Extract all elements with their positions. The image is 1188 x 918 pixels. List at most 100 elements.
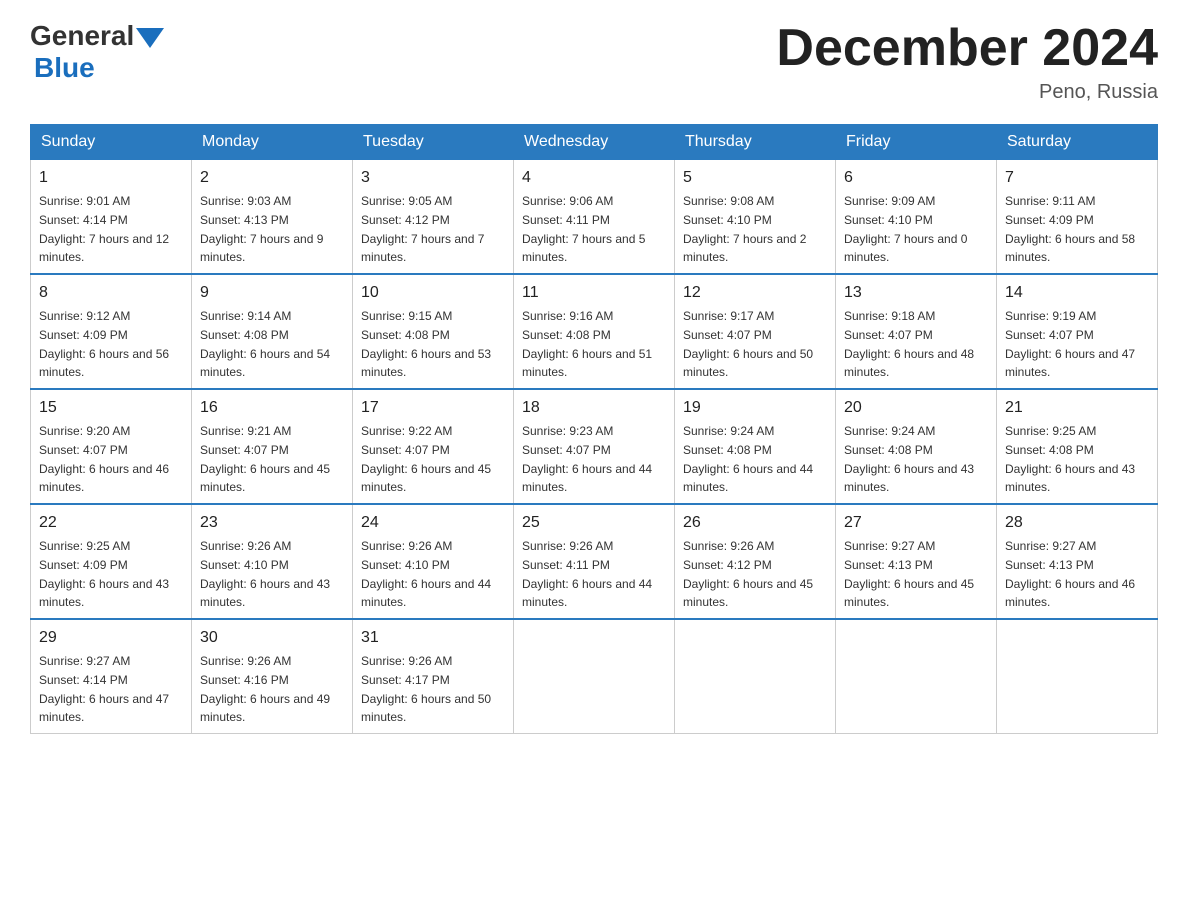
day-info: Sunrise: 9:17 AMSunset: 4:07 PMDaylight:… xyxy=(683,309,813,379)
day-number: 18 xyxy=(522,396,666,420)
day-info: Sunrise: 9:26 AMSunset: 4:10 PMDaylight:… xyxy=(361,539,491,609)
calendar-day-cell: 13 Sunrise: 9:18 AMSunset: 4:07 PMDayligh… xyxy=(836,274,997,389)
day-number: 11 xyxy=(522,281,666,305)
calendar-day-cell: 25Sunrise: 9:26 AMSunset: 4:11 PMDayligh… xyxy=(514,504,675,619)
calendar-day-cell: 8 Sunrise: 9:12 AMSunset: 4:09 PMDaylight… xyxy=(31,274,192,389)
day-info: Sunrise: 9:26 AMSunset: 4:12 PMDaylight:… xyxy=(683,539,813,609)
calendar-day-cell: 12 Sunrise: 9:17 AMSunset: 4:07 PMDayligh… xyxy=(675,274,836,389)
calendar-day-cell: 14 Sunrise: 9:19 AMSunset: 4:07 PMDayligh… xyxy=(997,274,1158,389)
calendar-day-cell xyxy=(836,619,997,734)
calendar-day-cell: 7 Sunrise: 9:11 AMSunset: 4:09 PMDaylight… xyxy=(997,160,1158,275)
calendar-header-sunday: Sunday xyxy=(31,125,192,160)
day-info: Sunrise: 9:01 AMSunset: 4:14 PMDaylight:… xyxy=(39,194,169,264)
calendar-day-cell: 19Sunrise: 9:24 AMSunset: 4:08 PMDayligh… xyxy=(675,389,836,504)
calendar-day-cell: 11Sunrise: 9:16 AMSunset: 4:08 PMDayligh… xyxy=(514,274,675,389)
calendar-day-cell: 17Sunrise: 9:22 AMSunset: 4:07 PMDayligh… xyxy=(353,389,514,504)
logo-triangle-icon xyxy=(136,28,164,48)
calendar-table: SundayMondayTuesdayWednesdayThursdayFrid… xyxy=(30,124,1158,734)
day-number: 17 xyxy=(361,396,505,420)
day-number: 28 xyxy=(1005,511,1149,535)
day-info: Sunrise: 9:26 AMSunset: 4:16 PMDaylight:… xyxy=(200,654,330,724)
calendar-week-row: 15Sunrise: 9:20 AMSunset: 4:07 PMDayligh… xyxy=(31,389,1158,504)
day-number: 10 xyxy=(361,281,505,305)
calendar-header-saturday: Saturday xyxy=(997,125,1158,160)
day-number: 14 xyxy=(1005,281,1149,305)
calendar-week-row: 8 Sunrise: 9:12 AMSunset: 4:09 PMDaylight… xyxy=(31,274,1158,389)
day-info: Sunrise: 9:21 AMSunset: 4:07 PMDaylight:… xyxy=(200,424,330,494)
day-number: 21 xyxy=(1005,396,1149,420)
calendar-header-friday: Friday xyxy=(836,125,997,160)
day-info: Sunrise: 9:20 AMSunset: 4:07 PMDaylight:… xyxy=(39,424,169,494)
day-info: Sunrise: 9:26 AMSunset: 4:11 PMDaylight:… xyxy=(522,539,652,609)
day-number: 5 xyxy=(683,166,827,190)
day-number: 29 xyxy=(39,626,183,650)
day-info: Sunrise: 9:06 AMSunset: 4:11 PMDaylight:… xyxy=(522,194,645,264)
day-number: 4 xyxy=(522,166,666,190)
day-info: Sunrise: 9:27 AMSunset: 4:13 PMDaylight:… xyxy=(844,539,974,609)
calendar-day-cell: 29 Sunrise: 9:27 AMSunset: 4:14 PMDayligh… xyxy=(31,619,192,734)
day-info: Sunrise: 9:14 AMSunset: 4:08 PMDaylight:… xyxy=(200,309,330,379)
day-number: 26 xyxy=(683,511,827,535)
day-info: Sunrise: 9:08 AMSunset: 4:10 PMDaylight:… xyxy=(683,194,806,264)
logo-general: General xyxy=(30,20,134,52)
day-info: Sunrise: 9:23 AMSunset: 4:07 PMDaylight:… xyxy=(522,424,652,494)
day-info: Sunrise: 9:27 AMSunset: 4:14 PMDaylight:… xyxy=(39,654,169,724)
calendar-day-cell xyxy=(514,619,675,734)
day-number: 1 xyxy=(39,166,183,190)
calendar-header-wednesday: Wednesday xyxy=(514,125,675,160)
calendar-day-cell: 23 Sunrise: 9:26 AMSunset: 4:10 PMDayligh… xyxy=(192,504,353,619)
day-number: 20 xyxy=(844,396,988,420)
day-info: Sunrise: 9:18 AMSunset: 4:07 PMDaylight:… xyxy=(844,309,974,379)
location: Peno, Russia xyxy=(776,81,1158,104)
logo: General Blue xyxy=(30,20,164,84)
logo-blue: Blue xyxy=(34,52,95,84)
calendar-day-cell: 28Sunrise: 9:27 AMSunset: 4:13 PMDayligh… xyxy=(997,504,1158,619)
day-number: 22 xyxy=(39,511,183,535)
day-info: Sunrise: 9:12 AMSunset: 4:09 PMDaylight:… xyxy=(39,309,169,379)
calendar-day-cell: 26 Sunrise: 9:26 AMSunset: 4:12 PMDayligh… xyxy=(675,504,836,619)
calendar-header-monday: Monday xyxy=(192,125,353,160)
calendar-day-cell: 4 Sunrise: 9:06 AMSunset: 4:11 PMDaylight… xyxy=(514,160,675,275)
calendar-week-row: 22 Sunrise: 9:25 AMSunset: 4:09 PMDayligh… xyxy=(31,504,1158,619)
day-info: Sunrise: 9:24 AMSunset: 4:08 PMDaylight:… xyxy=(683,424,813,494)
calendar-day-cell: 20 Sunrise: 9:24 AMSunset: 4:08 PMDayligh… xyxy=(836,389,997,504)
calendar-day-cell: 1 Sunrise: 9:01 AMSunset: 4:14 PMDaylight… xyxy=(31,160,192,275)
day-number: 13 xyxy=(844,281,988,305)
day-number: 12 xyxy=(683,281,827,305)
day-info: Sunrise: 9:26 AMSunset: 4:10 PMDaylight:… xyxy=(200,539,330,609)
calendar-day-cell: 15Sunrise: 9:20 AMSunset: 4:07 PMDayligh… xyxy=(31,389,192,504)
day-number: 3 xyxy=(361,166,505,190)
day-number: 8 xyxy=(39,281,183,305)
calendar-day-cell xyxy=(675,619,836,734)
calendar-day-cell: 2Sunrise: 9:03 AMSunset: 4:13 PMDaylight… xyxy=(192,160,353,275)
day-info: Sunrise: 9:05 AMSunset: 4:12 PMDaylight:… xyxy=(361,194,484,264)
title-section: December 2024 Peno, Russia xyxy=(776,20,1158,104)
day-number: 24 xyxy=(361,511,505,535)
calendar-day-cell: 16 Sunrise: 9:21 AMSunset: 4:07 PMDayligh… xyxy=(192,389,353,504)
calendar-day-cell: 3 Sunrise: 9:05 AMSunset: 4:12 PMDaylight… xyxy=(353,160,514,275)
day-number: 31 xyxy=(361,626,505,650)
day-number: 23 xyxy=(200,511,344,535)
calendar-day-cell: 24 Sunrise: 9:26 AMSunset: 4:10 PMDayligh… xyxy=(353,504,514,619)
day-number: 6 xyxy=(844,166,988,190)
day-number: 30 xyxy=(200,626,344,650)
day-info: Sunrise: 9:15 AMSunset: 4:08 PMDaylight:… xyxy=(361,309,491,379)
day-number: 7 xyxy=(1005,166,1149,190)
day-number: 27 xyxy=(844,511,988,535)
calendar-day-cell: 10 Sunrise: 9:15 AMSunset: 4:08 PMDayligh… xyxy=(353,274,514,389)
day-info: Sunrise: 9:19 AMSunset: 4:07 PMDaylight:… xyxy=(1005,309,1135,379)
calendar-day-cell: 27 Sunrise: 9:27 AMSunset: 4:13 PMDayligh… xyxy=(836,504,997,619)
day-info: Sunrise: 9:24 AMSunset: 4:08 PMDaylight:… xyxy=(844,424,974,494)
calendar-header-row: SundayMondayTuesdayWednesdayThursdayFrid… xyxy=(31,125,1158,160)
day-number: 16 xyxy=(200,396,344,420)
month-title: December 2024 xyxy=(776,20,1158,77)
day-number: 2 xyxy=(200,166,344,190)
day-info: Sunrise: 9:25 AMSunset: 4:09 PMDaylight:… xyxy=(39,539,169,609)
calendar-day-cell: 21Sunrise: 9:25 AMSunset: 4:08 PMDayligh… xyxy=(997,389,1158,504)
calendar-day-cell: 18 Sunrise: 9:23 AMSunset: 4:07 PMDayligh… xyxy=(514,389,675,504)
calendar-day-cell: 31Sunrise: 9:26 AMSunset: 4:17 PMDayligh… xyxy=(353,619,514,734)
calendar-day-cell: 9Sunrise: 9:14 AMSunset: 4:08 PMDaylight… xyxy=(192,274,353,389)
calendar-week-row: 29 Sunrise: 9:27 AMSunset: 4:14 PMDayligh… xyxy=(31,619,1158,734)
day-info: Sunrise: 9:11 AMSunset: 4:09 PMDaylight:… xyxy=(1005,194,1135,264)
page-header: General Blue December 2024 Peno, Russia xyxy=(30,20,1158,104)
